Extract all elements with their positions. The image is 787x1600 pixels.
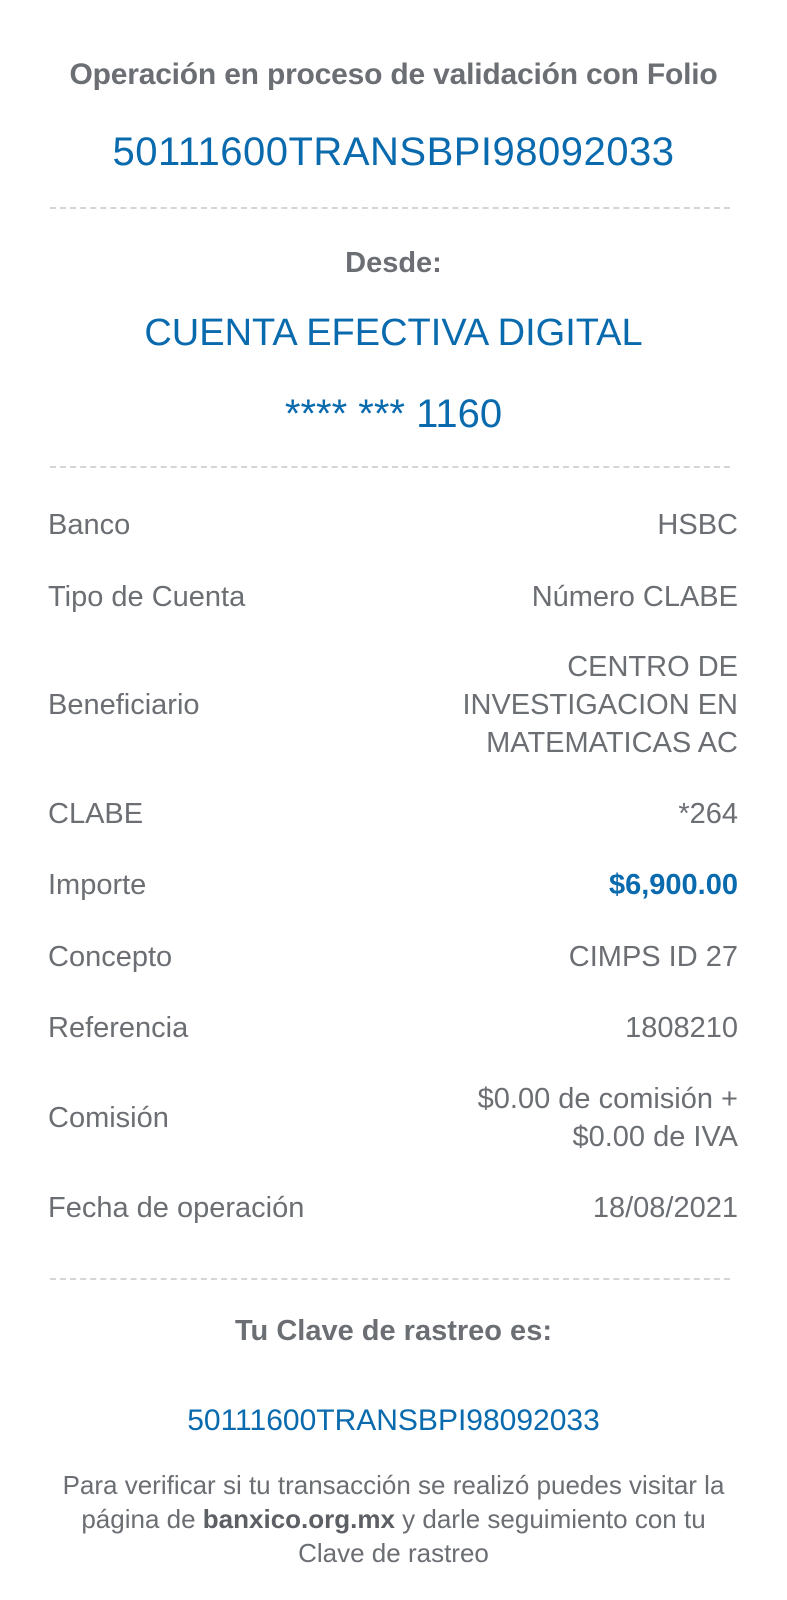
detail-label: CLABE	[48, 797, 144, 830]
detail-value-multiline: CENTRO DE INVESTIGACION EN MATEMATICAS A…	[462, 648, 738, 762]
detail-value-line: MATEMATICAS AC	[486, 727, 738, 759]
detail-row-banco: Banco HSBC	[48, 506, 738, 544]
detail-label: Importe	[48, 868, 147, 901]
detail-row-fecha: Fecha de operación 18/08/2021	[48, 1189, 738, 1227]
detail-row-importe: Importe $6,900.00	[48, 866, 738, 904]
detail-value-line: $0.00 de comisión +	[477, 1083, 738, 1115]
detail-row-beneficiario: Beneficiario CENTRO DE INVESTIGACION EN …	[48, 648, 738, 762]
folio-heading: Operación en proceso de validación con F…	[69, 58, 718, 91]
detail-label: Fecha de operación	[48, 1191, 305, 1224]
verify-instructions: Para verificar si tu transacción se real…	[60, 1468, 727, 1570]
origin-label: Desde:	[345, 247, 442, 279]
folio-number: 50111600TRANSBPI98092033	[112, 130, 675, 174]
detail-label: Comisión	[48, 1101, 169, 1134]
divider-middle	[50, 466, 730, 468]
detail-label: Concepto	[48, 940, 173, 973]
detail-label: Referencia	[48, 1011, 189, 1044]
detail-value: HSBC	[657, 509, 738, 541]
origin-account-name: CUENTA EFECTIVA DIGITAL	[144, 312, 643, 354]
detail-value-line: $0.00 de IVA	[572, 1121, 738, 1153]
divider-top	[50, 207, 730, 209]
detail-value-multiline: $0.00 de comisión + $0.00 de IVA	[478, 1080, 738, 1156]
tracking-heading: Tu Clave de rastreo es:	[235, 1315, 552, 1347]
detail-row-referencia: Referencia 1808210	[48, 1009, 738, 1047]
origin-account-number: **** *** 1160	[284, 392, 503, 436]
detail-value: 1808210	[625, 1012, 738, 1044]
detail-label: Tipo de Cuenta	[48, 580, 246, 613]
divider-bottom	[50, 1278, 730, 1280]
detail-label: Banco	[48, 508, 131, 541]
detail-label: Beneficiario	[48, 688, 200, 721]
detail-value-line: CENTRO DE	[567, 651, 738, 683]
tracking-number: 50111600TRANSBPI98092033	[187, 1404, 600, 1437]
detail-value: 18/08/2021	[592, 1192, 738, 1224]
banxico-link[interactable]: banxico.org.mx	[203, 1504, 395, 1534]
detail-value: *264	[678, 798, 738, 830]
detail-value: Número CLABE	[531, 581, 738, 613]
detail-value-line: INVESTIGACION EN	[462, 689, 738, 721]
detail-row-clabe: CLABE *264	[48, 795, 738, 833]
detail-row-tipo-cuenta: Tipo de Cuenta Número CLABE	[48, 578, 738, 616]
detail-row-concepto: Concepto CIMPS ID 27	[48, 938, 738, 976]
amount-value: $6,900.00	[608, 869, 738, 901]
detail-value: CIMPS ID 27	[568, 941, 738, 973]
detail-row-comision: Comisión $0.00 de comisión + $0.00 de IV…	[48, 1080, 738, 1156]
